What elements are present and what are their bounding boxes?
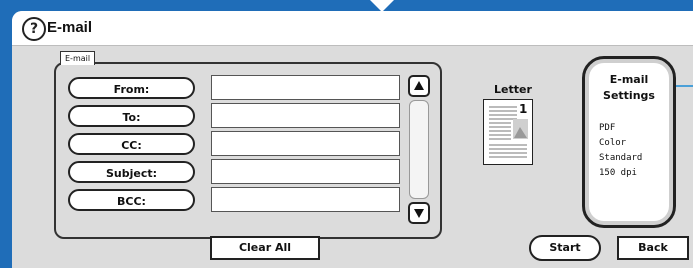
page-title: E-mail xyxy=(47,19,93,36)
subject-button[interactable]: Subject: xyxy=(68,161,195,183)
subject-field[interactable] xyxy=(211,159,400,184)
page-number: 1 xyxy=(519,102,528,116)
bcc-button[interactable]: BCC: xyxy=(68,189,195,211)
to-field[interactable] xyxy=(211,103,400,128)
clear-all-button[interactable]: Clear All xyxy=(210,236,320,260)
document-preview-icon: 1 xyxy=(483,99,533,170)
email-screen: ? E-mail E-mail From: To: CC: Subject: B… xyxy=(12,11,693,268)
back-button[interactable]: Back xyxy=(617,236,689,260)
paper-size-label: Letter xyxy=(494,83,532,96)
to-button[interactable]: To: xyxy=(68,105,195,127)
device-bezel xyxy=(0,0,12,268)
from-field[interactable] xyxy=(211,75,400,100)
quality-value: Standard xyxy=(599,153,643,163)
format-value: PDF xyxy=(599,123,616,133)
bcc-field[interactable] xyxy=(211,187,400,212)
settings-title-line2: Settings xyxy=(603,89,655,102)
from-button[interactable]: From: xyxy=(68,77,195,99)
email-group-tab: E-mail xyxy=(60,51,96,65)
cc-button[interactable]: CC: xyxy=(68,133,195,155)
start-button[interactable]: Start xyxy=(529,235,601,261)
cc-field[interactable] xyxy=(211,131,400,156)
email-settings-button[interactable]: E-mail Settings PDF Color Standard 150 d… xyxy=(582,56,676,228)
color-mode-value: Color xyxy=(599,138,627,148)
resolution-value: 150 dpi xyxy=(599,168,637,178)
settings-connector xyxy=(676,85,693,87)
scroll-up-icon[interactable] xyxy=(408,75,430,97)
title-bar: ? E-mail xyxy=(12,11,693,46)
help-icon[interactable]: ? xyxy=(22,17,46,41)
settings-title-line1: E-mail xyxy=(609,73,649,86)
scroll-down-icon[interactable] xyxy=(408,202,430,224)
scroll-thumb[interactable] xyxy=(409,100,429,199)
